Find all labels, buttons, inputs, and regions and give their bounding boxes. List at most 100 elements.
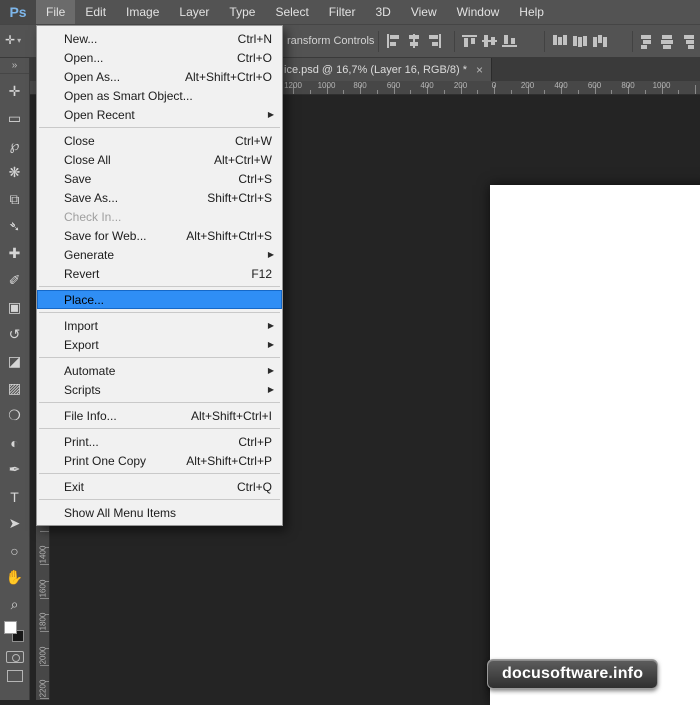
tools-panel: » ✛▭℘❋⧉➴✚✐▣↺◪▨❍◐✒T➤○✋⌕ — [0, 58, 30, 700]
menu-item-save-as[interactable]: Save As...Shift+Ctrl+S — [37, 188, 282, 207]
menu-item-label: Save — [64, 172, 220, 186]
menubar-item-file[interactable]: File — [36, 0, 75, 24]
menu-item-print-one-copy[interactable]: Print One CopyAlt+Shift+Ctrl+P — [37, 451, 282, 470]
type-tool[interactable]: T — [0, 483, 29, 510]
menu-item-revert[interactable]: RevertF12 — [37, 264, 282, 283]
marquee-tool[interactable]: ▭ — [0, 105, 29, 132]
align-bottom-edges-icon[interactable] — [502, 34, 518, 49]
menubar-item-filter[interactable]: Filter — [319, 0, 366, 24]
menu-item-export[interactable]: Export▶ — [37, 335, 282, 354]
menu-item-exit[interactable]: ExitCtrl+Q — [37, 477, 282, 496]
path-selection-tool[interactable]: ➤ — [0, 510, 29, 537]
document-tab[interactable]: ice.psd @ 16,7% (Layer 16, RGB/8) * × — [276, 58, 492, 81]
menu-item-shortcut: Alt+Shift+Ctrl+I — [191, 409, 272, 423]
hand-tool[interactable]: ✋ — [0, 564, 29, 591]
ruler-tick — [310, 90, 311, 94]
gradient-tool[interactable]: ▨ — [0, 375, 29, 402]
ruler-label: 400 — [415, 81, 439, 90]
menubar-item-image[interactable]: Image — [116, 0, 169, 24]
quick-selection-tool[interactable]: ❋ — [0, 159, 29, 186]
ruler-tick — [544, 90, 545, 94]
move-tool[interactable]: ✛ — [0, 78, 29, 105]
dodge-tool[interactable]: ◐ — [0, 429, 29, 456]
menubar-item-view[interactable]: View — [401, 0, 447, 24]
collapse-panel-icon[interactable]: » — [0, 58, 29, 74]
align-top-edges-icon[interactable] — [462, 34, 478, 49]
menu-item-open-as[interactable]: Open As...Alt+Shift+Ctrl+O — [37, 67, 282, 86]
eyedropper-tool[interactable]: ➴ — [0, 213, 29, 240]
ruler-label: 800 — [348, 81, 372, 90]
distribute-top-edges-icon[interactable] — [552, 34, 568, 49]
menu-item-save[interactable]: SaveCtrl+S — [37, 169, 282, 188]
menubar-item-window[interactable]: Window — [447, 0, 510, 24]
zoom-tool[interactable]: ⌕ — [0, 591, 29, 618]
menubar-item-edit[interactable]: Edit — [75, 0, 116, 24]
menu-item-print[interactable]: Print...Ctrl+P — [37, 432, 282, 451]
history-brush-tool[interactable]: ↺ — [0, 321, 29, 348]
menu-item-generate[interactable]: Generate▶ — [37, 245, 282, 264]
menu-separator — [39, 127, 280, 128]
distribute-horizontal-centers-icon[interactable] — [660, 34, 676, 49]
menu-item-place[interactable]: Place... — [37, 290, 282, 309]
screen-mode-icon[interactable] — [7, 670, 23, 682]
color-swatches[interactable] — [0, 620, 29, 646]
lasso-tool[interactable]: ℘ — [0, 132, 29, 159]
menu-bar: Ps FileEditImageLayerTypeSelectFilter3DV… — [0, 0, 700, 25]
menu-item-file-info[interactable]: File Info... Alt+Shift+Ctrl+I — [37, 406, 282, 425]
submenu-arrow-icon: ▶ — [268, 110, 274, 119]
menu-item-label: Save As... — [64, 191, 189, 205]
ellipse-tool[interactable]: ○ — [0, 537, 29, 564]
menu-item-open-recent[interactable]: Open Recent▶ — [37, 105, 282, 124]
menu-item-label: Revert — [64, 267, 233, 281]
menu-item-label: File Info... — [64, 409, 173, 423]
menu-item-import[interactable]: Import▶ — [37, 316, 282, 335]
ruler-label: 1000 — [650, 81, 674, 90]
menu-item-label: Print... — [64, 435, 220, 449]
crop-tool[interactable]: ⧉ — [0, 186, 29, 213]
menubar-item-type[interactable]: Type — [219, 0, 265, 24]
menubar-item-select[interactable]: Select — [265, 0, 318, 24]
quick-mask-icon[interactable] — [6, 651, 24, 663]
distribute-vertical-centers-icon[interactable] — [572, 34, 588, 49]
submenu-arrow-icon: ▶ — [268, 385, 274, 394]
blur-tool[interactable]: ❍ — [0, 402, 29, 429]
menu-item-show-all-menu-items[interactable]: Show All Menu Items — [37, 503, 282, 522]
eraser-tool[interactable]: ◪ — [0, 348, 29, 375]
tool-preset-picker[interactable]: ✛▾ — [5, 33, 21, 47]
ruler-tick — [578, 90, 579, 94]
menu-item-label: Check In... — [64, 210, 272, 224]
menu-item-label: Close — [64, 134, 217, 148]
distribute-left-edges-icon[interactable] — [640, 34, 656, 49]
align-horizontal-centers-icon[interactable] — [406, 34, 422, 49]
menubar-item-layer[interactable]: Layer — [169, 0, 219, 24]
close-tab-icon[interactable]: × — [476, 64, 483, 76]
foreground-color-swatch[interactable] — [4, 621, 17, 634]
menubar-item-3d[interactable]: 3D — [365, 0, 400, 24]
pen-tool[interactable]: ✒ — [0, 456, 29, 483]
ruler-tick — [410, 90, 411, 94]
align-vertical-centers-icon[interactable] — [482, 34, 498, 49]
options-icon-group-2 — [462, 34, 518, 49]
distribute-bottom-edges-icon[interactable] — [592, 34, 608, 49]
menu-item-scripts[interactable]: Scripts▶ — [37, 380, 282, 399]
brush-tool[interactable]: ✐ — [0, 267, 29, 294]
align-left-edges-icon[interactable] — [386, 34, 402, 49]
menu-item-new[interactable]: New...Ctrl+N — [37, 29, 282, 48]
ruler-label: 2000 — [39, 641, 48, 669]
menu-item-save-for-web[interactable]: Save for Web...Alt+Shift+Ctrl+S — [37, 226, 282, 245]
menu-item-open-as-smart-object[interactable]: Open as Smart Object... — [37, 86, 282, 105]
options-icon-group-1 — [386, 34, 442, 49]
clone-stamp-tool[interactable]: ▣ — [0, 294, 29, 321]
distribute-right-edges-icon[interactable] — [680, 34, 696, 49]
menu-item-open[interactable]: Open...Ctrl+O — [37, 48, 282, 67]
ruler-tick — [611, 90, 612, 94]
ruler-tick — [678, 90, 679, 94]
menu-item-close[interactable]: CloseCtrl+W — [37, 131, 282, 150]
menu-item-close-all[interactable]: Close AllAlt+Ctrl+W — [37, 150, 282, 169]
menu-item-shortcut: Ctrl+O — [237, 51, 272, 65]
ruler-label: 1000 — [315, 81, 339, 90]
align-right-edges-icon[interactable] — [426, 34, 442, 49]
menubar-item-help[interactable]: Help — [509, 0, 554, 24]
menu-item-automate[interactable]: Automate▶ — [37, 361, 282, 380]
healing-brush-tool[interactable]: ✚ — [0, 240, 29, 267]
